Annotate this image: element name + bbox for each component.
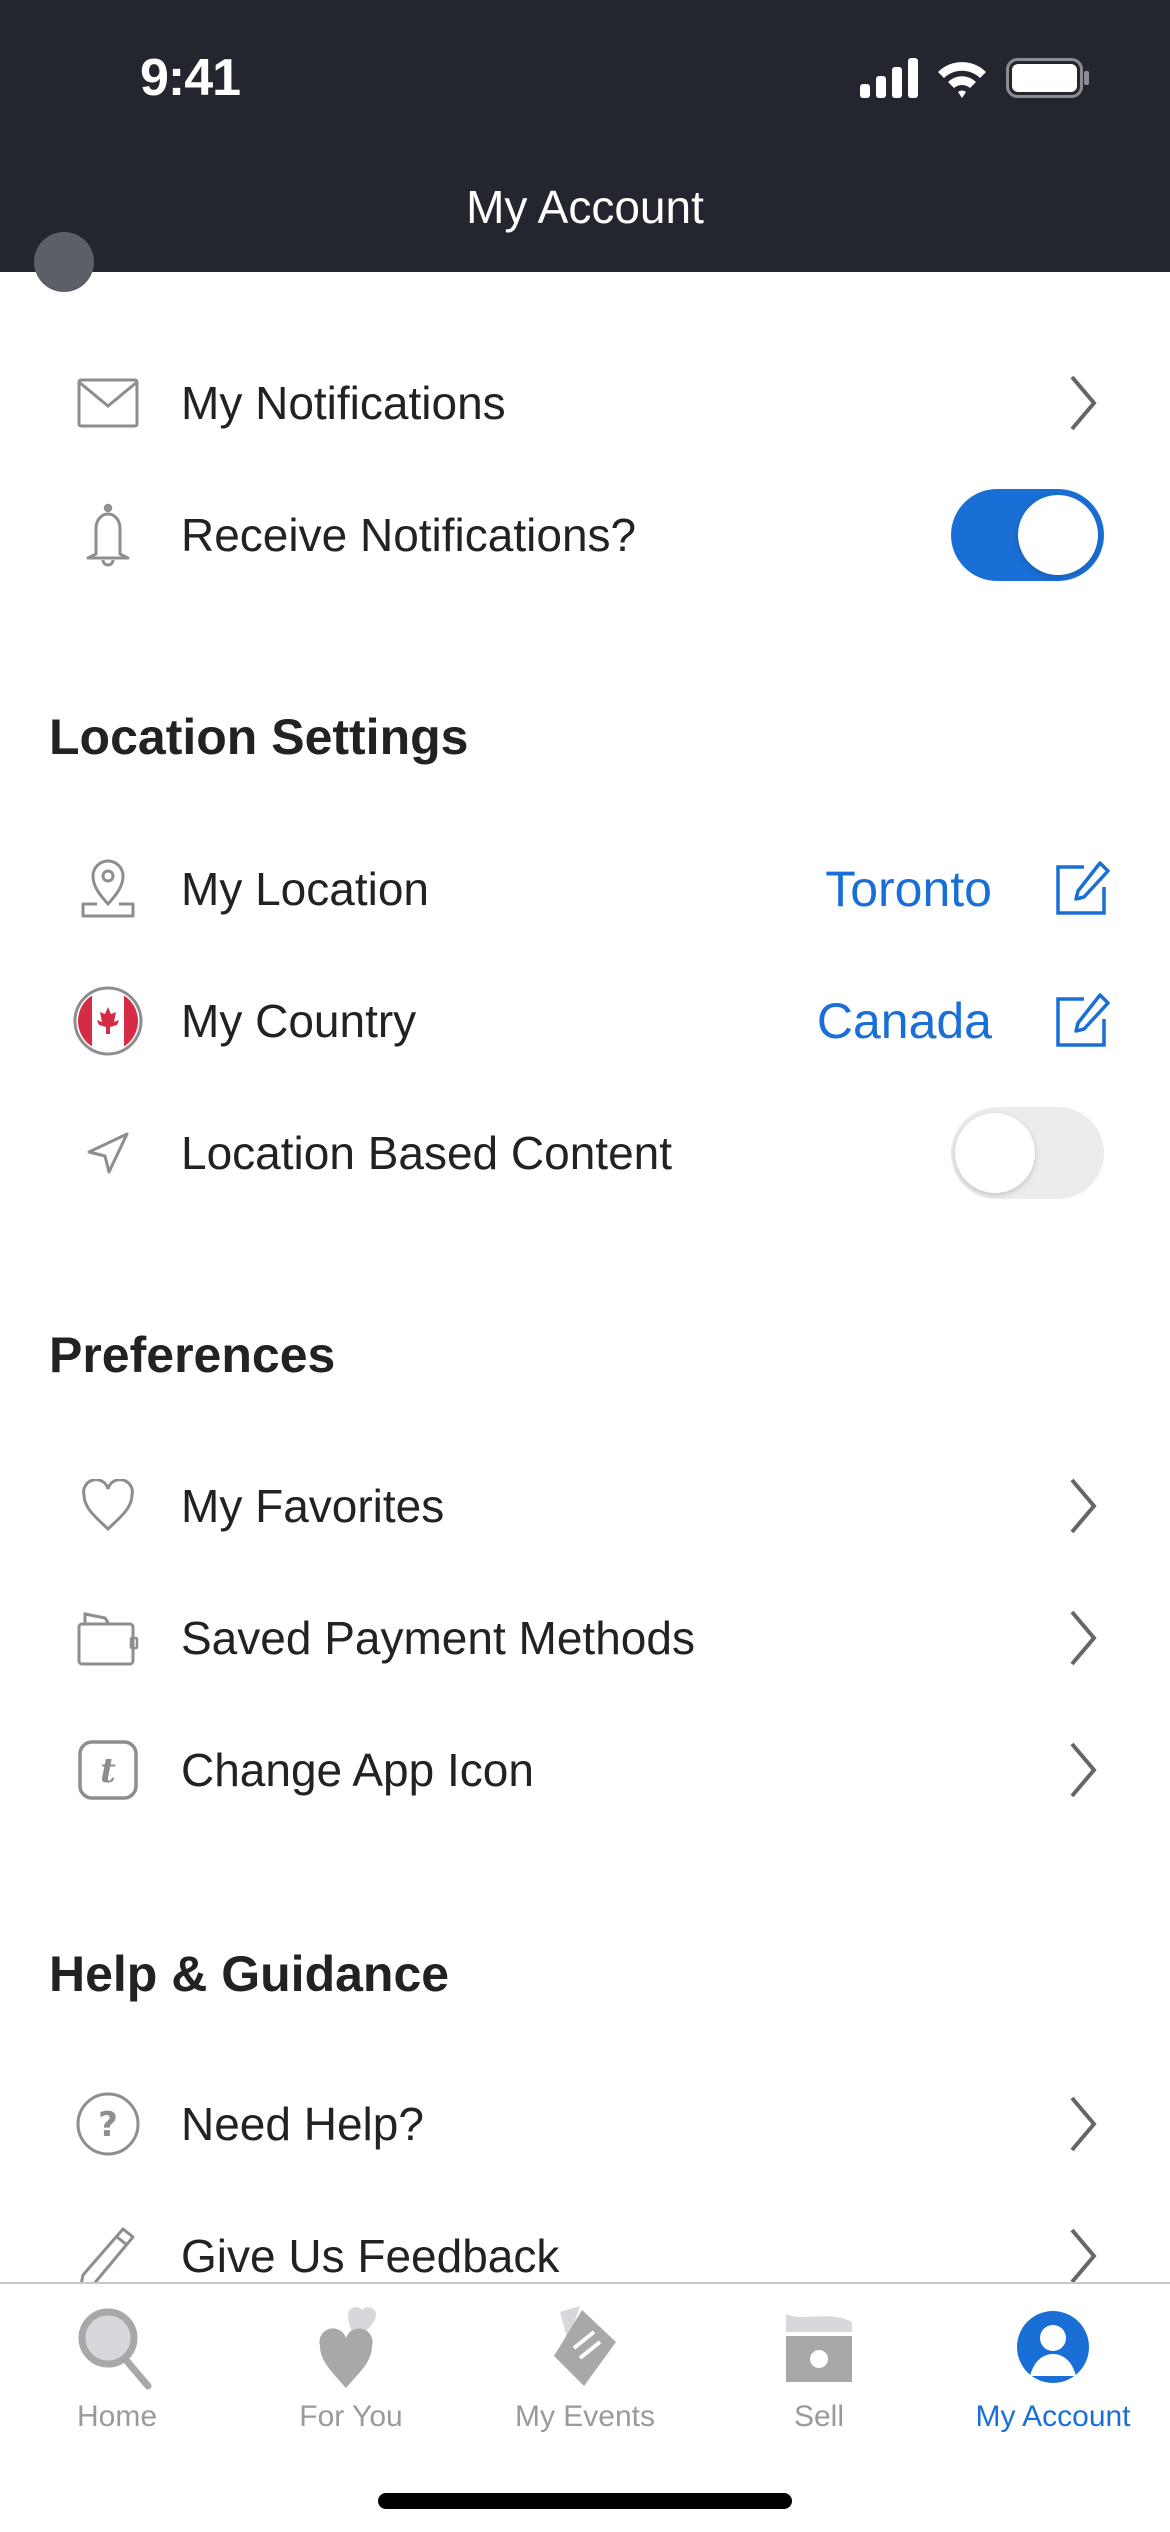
- navigation-arrow-icon: [72, 1117, 144, 1189]
- wifi-icon: [938, 62, 986, 98]
- tab-home[interactable]: Home: [0, 2284, 234, 2454]
- my-location-value[interactable]: Toronto: [825, 860, 992, 918]
- signal-icon: [860, 58, 918, 98]
- wallet-icon: [72, 1602, 144, 1674]
- envelope-icon: [72, 367, 144, 439]
- tab-my-events-label: My Events: [514, 2400, 656, 2433]
- saved-payment-methods-label: Saved Payment Methods: [181, 1612, 695, 1664]
- tab-my-account[interactable]: My Account: [936, 2284, 1170, 2454]
- heart-icon: [72, 1470, 144, 1542]
- receive-notifications-row: Receive Notifications?: [0, 469, 1170, 601]
- home-indicator: [378, 2493, 792, 2509]
- my-country-label: My Country: [181, 995, 417, 1047]
- ticket-icon: [554, 2306, 616, 2386]
- my-notifications-label: My Notifications: [181, 377, 506, 429]
- search-icon: [78, 2308, 152, 2390]
- saved-payment-methods-row[interactable]: Saved Payment Methods: [0, 1572, 1170, 1704]
- edit-icon[interactable]: [1054, 861, 1110, 917]
- my-location-row[interactable]: My Location Toronto: [0, 823, 1170, 955]
- money-icon: [786, 2314, 852, 2382]
- svg-text:?: ?: [98, 2105, 118, 2145]
- app-icon-glyph: t: [100, 1751, 116, 1791]
- my-country-value[interactable]: Canada: [817, 992, 992, 1050]
- need-help-label: Need Help?: [181, 2098, 424, 2150]
- chevron-right-icon: [1070, 1742, 1097, 1798]
- my-favorites-row[interactable]: My Favorites: [0, 1440, 1170, 1572]
- canada-flag-icon: [72, 985, 144, 1057]
- section-title-preferences: Preferences: [49, 1327, 336, 1383]
- toggle-knob: [955, 1113, 1035, 1193]
- chevron-right-icon: [1070, 1478, 1097, 1534]
- location-based-content-toggle[interactable]: [951, 1107, 1104, 1199]
- change-app-icon-row[interactable]: t Change App Icon: [0, 1704, 1170, 1836]
- tab-my-account-label: My Account: [975, 2400, 1131, 2433]
- tab-home-label: Home: [76, 2400, 158, 2433]
- nav-header: 9:41 My Account: [0, 0, 1170, 292]
- tab-for-you[interactable]: For You: [234, 2284, 468, 2454]
- edit-icon[interactable]: [1054, 993, 1110, 1049]
- give-feedback-label: Give Us Feedback: [181, 2230, 560, 2282]
- my-favorites-label: My Favorites: [181, 1480, 445, 1532]
- section-title-location: Location Settings: [49, 709, 469, 765]
- my-location-label: My Location: [181, 863, 430, 915]
- receive-notifications-label: Receive Notifications?: [181, 509, 637, 561]
- toggle-knob: [1018, 495, 1098, 575]
- my-country-row[interactable]: My Country Canada: [0, 955, 1170, 1087]
- change-app-icon-label: Change App Icon: [181, 1744, 534, 1796]
- status-time: 9:41: [140, 49, 241, 107]
- receive-notifications-toggle[interactable]: [951, 489, 1104, 581]
- app-icon-t-icon: t: [72, 1734, 144, 1806]
- location-pin-icon: [72, 853, 144, 925]
- section-title-help: Help & Guidance: [49, 1946, 450, 2002]
- account-icon: [1017, 2311, 1089, 2383]
- location-based-content-label: Location Based Content: [181, 1127, 673, 1179]
- question-circle-icon: ?: [72, 2088, 144, 2160]
- need-help-row[interactable]: ? Need Help?: [0, 2058, 1170, 2190]
- battery-icon: [1006, 58, 1089, 98]
- hearts-icon: [319, 2307, 376, 2388]
- chevron-right-icon: [1070, 375, 1097, 431]
- chevron-right-icon: [1070, 2096, 1097, 2152]
- chevron-right-icon: [1070, 1610, 1097, 1666]
- tab-my-events[interactable]: My Events: [468, 2284, 702, 2454]
- tab-for-you-label: For You: [299, 2400, 403, 2433]
- location-based-content-row: Location Based Content: [0, 1087, 1170, 1219]
- my-notifications-row[interactable]: My Notifications: [0, 337, 1170, 469]
- status-icons: [860, 58, 1090, 98]
- tab-sell-label: Sell: [793, 2400, 845, 2433]
- chevron-right-icon: [1070, 2228, 1097, 2284]
- tab-sell[interactable]: Sell: [702, 2284, 936, 2454]
- touch-indicator: [34, 232, 94, 292]
- bell-icon: [72, 499, 144, 571]
- page-title: My Account: [466, 181, 704, 233]
